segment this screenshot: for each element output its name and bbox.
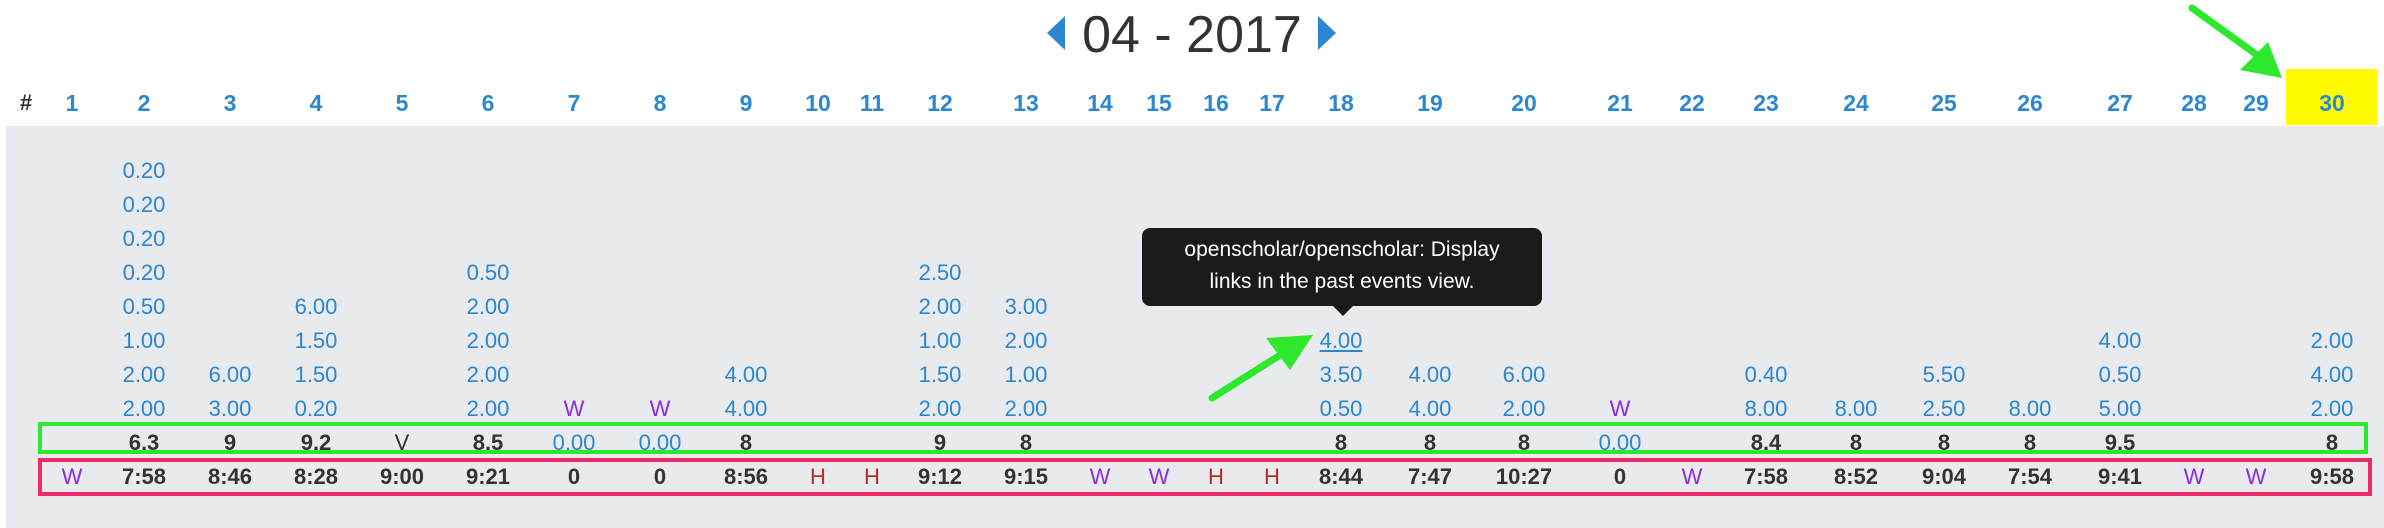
entry-value[interactable]: 8.00: [1835, 394, 1878, 424]
entry-value[interactable]: 2.00: [1005, 394, 1048, 424]
day-header-4[interactable]: 4: [310, 80, 323, 126]
day-header-28[interactable]: 28: [2181, 80, 2207, 126]
day-header-9[interactable]: 9: [740, 80, 753, 126]
day-header-3[interactable]: 3: [224, 80, 237, 126]
entry-value[interactable]: 2.00: [919, 394, 962, 424]
entry-value[interactable]: 2.00: [123, 360, 166, 390]
weekend-mark: W: [649, 396, 671, 421]
entry-value[interactable]: 2.00: [2311, 394, 2354, 424]
day-header-18[interactable]: 18: [1328, 80, 1354, 126]
day-header-20[interactable]: 20: [1511, 80, 1537, 126]
day-header-16[interactable]: 16: [1203, 80, 1229, 126]
day-header-11[interactable]: 11: [860, 80, 884, 126]
day-header-12[interactable]: 12: [927, 80, 953, 126]
entry-value[interactable]: 0.50: [123, 292, 166, 322]
day-header-19[interactable]: 19: [1417, 80, 1443, 126]
entry-value[interactable]: 6.00: [209, 360, 252, 390]
entry-value[interactable]: 8.00: [2009, 394, 2052, 424]
month-year-title: 04 - 2017: [1082, 6, 1302, 64]
day-header-6[interactable]: 6: [482, 80, 495, 126]
entry-value[interactable]: 4.00: [725, 394, 768, 424]
entry-value[interactable]: 4.00: [1409, 360, 1452, 390]
entry-value[interactable]: 2.50: [1923, 394, 1966, 424]
entry-value[interactable]: 3.00: [1005, 292, 1048, 322]
entry-value[interactable]: 0.20: [295, 394, 338, 424]
entry-value[interactable]: 2.00: [467, 292, 510, 322]
day-header-14[interactable]: 14: [1087, 80, 1113, 126]
entry-value[interactable]: 1.50: [919, 360, 962, 390]
entry-value[interactable]: 2.00: [467, 360, 510, 390]
day-header-22[interactable]: 22: [1679, 80, 1705, 126]
day-header-8[interactable]: 8: [654, 80, 667, 126]
entry-value[interactable]: 1.50: [295, 360, 338, 390]
entry-value[interactable]: 3.50: [1320, 360, 1363, 390]
entry-value[interactable]: 0.50: [2099, 360, 2142, 390]
daily-total-row-outline: [38, 422, 2368, 454]
day-header-29[interactable]: 29: [2243, 80, 2269, 126]
entry-value[interactable]: 0.50: [1320, 394, 1363, 424]
entry-value[interactable]: 4.00: [2099, 326, 2142, 356]
entry-value[interactable]: 1.00: [1005, 360, 1048, 390]
entry-value[interactable]: 2.00: [123, 394, 166, 424]
prev-month-arrow-icon[interactable]: [1047, 16, 1065, 50]
tooltip-line-1: openscholar/openscholar: Display: [1184, 238, 1500, 261]
entry-value[interactable]: 5.50: [1923, 360, 1966, 390]
event-tooltip: openscholar/openscholar: Display links i…: [1142, 228, 1542, 306]
entry-value[interactable]: 2.00: [2311, 326, 2354, 356]
entry-value[interactable]: 0.20: [123, 258, 166, 288]
row-number-header: #: [19, 90, 33, 115]
day-header-7[interactable]: 7: [568, 80, 581, 126]
day-header-row: # 1 2 3 4 5 6 7 8 9 10 11 12 13 14 15 16 17 18 19 20 21 22 23 2…: [0, 80, 2384, 126]
entry-value[interactable]: 0.50: [467, 258, 510, 288]
entry-value[interactable]: 6.00: [295, 292, 338, 322]
day-header-10[interactable]: 10: [805, 80, 831, 126]
weekend-mark: W: [563, 396, 585, 421]
entry-value[interactable]: 2.00: [467, 326, 510, 356]
day-header-5[interactable]: 5: [396, 80, 409, 126]
entry-value[interactable]: 2.50: [919, 258, 962, 288]
entry-value[interactable]: 4.00: [2311, 360, 2354, 390]
entry-value[interactable]: 4.00: [1320, 326, 1363, 356]
day-header-30[interactable]: 30: [2319, 80, 2345, 126]
entry-value[interactable]: 5.00: [2099, 394, 2142, 424]
entry-value[interactable]: 8.00: [1745, 394, 1788, 424]
day-header-21[interactable]: 21: [1607, 80, 1633, 126]
entry-value[interactable]: 2.00: [467, 394, 510, 424]
entry-value[interactable]: 0.40: [1745, 360, 1788, 390]
tooltip-line-2: links in the past events view.: [1209, 270, 1475, 293]
entry-value[interactable]: 1.00: [919, 326, 962, 356]
entry-value[interactable]: 4.00: [725, 360, 768, 390]
entry-value[interactable]: 2.00: [1503, 394, 1546, 424]
entry-value[interactable]: 0.20: [123, 156, 166, 186]
day-header-17[interactable]: 17: [1259, 80, 1285, 126]
entry-value[interactable]: 4.00: [1409, 394, 1452, 424]
entry-value[interactable]: 0.20: [123, 224, 166, 254]
entry-value[interactable]: 1.00: [123, 326, 166, 356]
entry-value[interactable]: 1.50: [295, 326, 338, 356]
day-header-13[interactable]: 13: [1013, 80, 1039, 126]
weekend-mark: W: [1609, 396, 1631, 421]
entry-value[interactable]: 0.20: [123, 190, 166, 220]
next-month-arrow-icon[interactable]: [1318, 16, 1336, 50]
day-header-23[interactable]: 23: [1753, 80, 1779, 126]
day-header-24[interactable]: 24: [1843, 80, 1869, 126]
day-header-15[interactable]: 15: [1146, 80, 1172, 126]
day-header-25[interactable]: 25: [1931, 80, 1957, 126]
entry-value[interactable]: 2.00: [919, 292, 962, 322]
entry-value[interactable]: 6.00: [1503, 360, 1546, 390]
day-header-26[interactable]: 26: [2017, 80, 2043, 126]
day-header-1[interactable]: 1: [66, 80, 79, 126]
entry-value[interactable]: 3.00: [209, 394, 252, 424]
daily-time-row-outline: [38, 458, 2372, 496]
day-header-2[interactable]: 2: [138, 80, 151, 126]
day-header-27[interactable]: 27: [2107, 80, 2133, 126]
calendar-title-row: 04 - 2017: [0, 0, 2384, 70]
entry-value[interactable]: 2.00: [1005, 326, 1048, 356]
tooltip-pointer: [1332, 305, 1354, 316]
